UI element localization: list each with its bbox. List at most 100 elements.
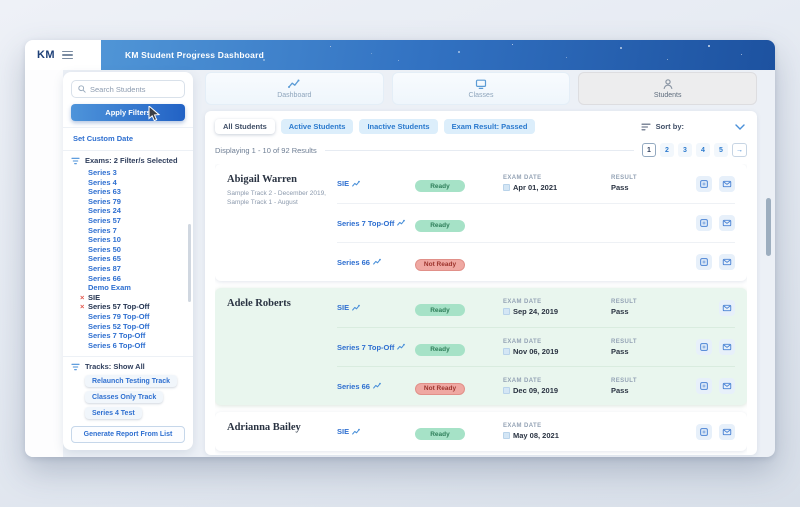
row-actions xyxy=(696,424,735,440)
mail-button[interactable] xyxy=(719,176,735,192)
window-scrollbar[interactable] xyxy=(766,198,771,256)
report-button[interactable] xyxy=(696,378,712,394)
exam-filter-series-65[interactable]: Series 65 xyxy=(88,254,185,264)
hamburger-menu-icon[interactable] xyxy=(62,51,73,60)
generate-report-button[interactable]: Generate Report From List xyxy=(71,426,185,443)
mail-button[interactable] xyxy=(719,215,735,231)
exam-date-label: EXAM DATE xyxy=(503,378,611,384)
exam-date-text: Sep 24, 2019 xyxy=(513,307,558,316)
exam-link-sie[interactable]: SIE xyxy=(337,427,415,436)
students-panel: All Students Active Students Inactive Stud… xyxy=(205,111,757,455)
next-page-button[interactable]: → xyxy=(732,143,747,157)
mail-icon xyxy=(722,381,732,391)
exam-link-sie[interactable]: SIE xyxy=(337,303,415,312)
apply-filters-button[interactable]: Apply Filters xyxy=(71,104,185,121)
tab-dashboard[interactable]: Dashboard xyxy=(205,72,384,105)
mail-button[interactable] xyxy=(719,424,735,440)
sort-by-group[interactable]: Sort by: xyxy=(641,122,684,131)
track-button-series-4-test[interactable]: Series 4 Test xyxy=(85,407,142,419)
page-button-1[interactable]: 1 xyxy=(642,143,656,157)
tab-classes[interactable]: Classes xyxy=(392,72,571,105)
exam-filter-series-3[interactable]: Series 3 xyxy=(88,168,185,178)
exam-link-sie[interactable]: SIE xyxy=(337,179,415,188)
header-bar: KM Student Progress Dashboard xyxy=(101,40,775,70)
trend-icon xyxy=(352,304,360,312)
filter-funnel-icon xyxy=(71,157,80,165)
mail-icon xyxy=(722,218,732,228)
exam-filter-series-87[interactable]: Series 87 xyxy=(88,264,185,274)
chip-active-students[interactable]: Active Students xyxy=(281,119,354,134)
exam-filter-series-57-top-off[interactable]: ×Series 57 Top-Off xyxy=(88,302,185,312)
search-input[interactable] xyxy=(90,85,178,94)
exam-link-series-7-top-off[interactable]: Series 7 Top-Off xyxy=(337,343,415,352)
page-button-4[interactable]: 4 xyxy=(696,143,710,157)
exam-filter-series-50[interactable]: Series 50 xyxy=(88,245,185,255)
search-icon xyxy=(78,85,86,93)
student-row-adrianna-bailey: Adrianna BaileySIEReadyEXAM DATEMay 08, … xyxy=(215,412,747,451)
report-button[interactable] xyxy=(696,215,712,231)
result-value: Pass xyxy=(611,347,681,356)
chip-inactive-students[interactable]: Inactive Students xyxy=(359,119,437,134)
exam-filter-label: Demo Exam xyxy=(88,283,131,292)
exam-filter-series-10[interactable]: Series 10 xyxy=(88,235,185,245)
chip-all-students[interactable]: All Students xyxy=(215,119,275,134)
exam-filter-series-24[interactable]: Series 24 xyxy=(88,206,185,216)
mail-button[interactable] xyxy=(719,300,735,316)
mail-button[interactable] xyxy=(719,254,735,270)
exam-filter-demo-exam[interactable]: Demo Exam xyxy=(88,283,185,293)
chevron-down-icon[interactable] xyxy=(735,124,745,130)
exam-filter-series-79[interactable]: Series 79 xyxy=(88,197,185,207)
report-button[interactable] xyxy=(696,424,712,440)
exam-date-value: May 08, 2021 xyxy=(503,431,611,440)
tab-students[interactable]: Students xyxy=(578,72,757,105)
mail-button[interactable] xyxy=(719,378,735,394)
exam-name-label: Series 66 xyxy=(337,382,370,391)
exam-date-value: Sep 24, 2019 xyxy=(503,307,611,316)
exam-filter-series-6-top-off[interactable]: Series 6 Top-Off xyxy=(88,341,185,351)
exams-filter-label: Exams: 2 Filter/s Selected xyxy=(85,156,178,165)
track-button-relaunch-testing-track[interactable]: Relaunch Testing Track xyxy=(85,375,177,387)
exam-date-text: May 08, 2021 xyxy=(513,431,559,440)
exam-filter-series-79-top-off[interactable]: Series 79 Top-Off xyxy=(88,312,185,322)
track-button-classes-only-track[interactable]: Classes Only Track xyxy=(85,391,163,403)
mail-icon xyxy=(722,179,732,189)
exam-filter-label: Series 3 xyxy=(88,168,117,177)
exam-filter-series-57[interactable]: Series 57 xyxy=(88,216,185,226)
sidebar-scrollbar[interactable] xyxy=(188,224,191,302)
mail-button[interactable] xyxy=(719,339,735,355)
exam-link-series-66[interactable]: Series 66 xyxy=(337,382,415,391)
mail-icon xyxy=(722,257,732,267)
exam-filter-sie[interactable]: ×SIE xyxy=(88,293,185,303)
page-button-5[interactable]: 5 xyxy=(714,143,728,157)
remove-filter-icon[interactable]: × xyxy=(80,293,84,303)
sort-icon xyxy=(641,123,651,131)
remove-filter-icon[interactable]: × xyxy=(80,302,84,312)
set-custom-date-link[interactable]: Set Custom Date xyxy=(71,133,185,144)
trend-icon xyxy=(397,343,405,351)
chip-exam-result-passed[interactable]: Exam Result: Passed xyxy=(444,119,536,134)
report-button[interactable] xyxy=(696,176,712,192)
exam-filter-label: Series 66 xyxy=(88,274,121,283)
report-button[interactable] xyxy=(696,339,712,355)
exam-filter-series-7[interactable]: Series 7 xyxy=(88,226,185,236)
sort-by-label: Sort by: xyxy=(656,122,684,131)
calendar-icon xyxy=(503,308,510,315)
exam-date-value: Apr 01, 2021 xyxy=(503,183,611,192)
exam-filter-series-52-top-off[interactable]: Series 52 Top-Off xyxy=(88,322,185,332)
exam-filter-series-7-top-off[interactable]: Series 7 Top-Off xyxy=(88,331,185,341)
exam-filter-series-4[interactable]: Series 4 xyxy=(88,178,185,188)
report-button[interactable] xyxy=(696,254,712,270)
page-button-3[interactable]: 3 xyxy=(678,143,692,157)
exam-link-series-7-top-off[interactable]: Series 7 Top-Off xyxy=(337,219,415,228)
result-column: RESULTPass xyxy=(611,378,681,395)
exam-filter-series-63[interactable]: Series 63 xyxy=(88,187,185,197)
exam-filter-label: Series 24 xyxy=(88,206,121,215)
page-button-2[interactable]: 2 xyxy=(660,143,674,157)
exam-rows: SIEReadyEXAM DATEMay 08, 2021 xyxy=(337,412,747,451)
result-label: RESULT xyxy=(611,299,681,305)
calendar-icon xyxy=(503,348,510,355)
student-name: Adrianna Bailey xyxy=(227,422,337,433)
result-value: Pass xyxy=(611,307,681,316)
exam-filter-series-66[interactable]: Series 66 xyxy=(88,274,185,284)
exam-link-series-66[interactable]: Series 66 xyxy=(337,258,415,267)
